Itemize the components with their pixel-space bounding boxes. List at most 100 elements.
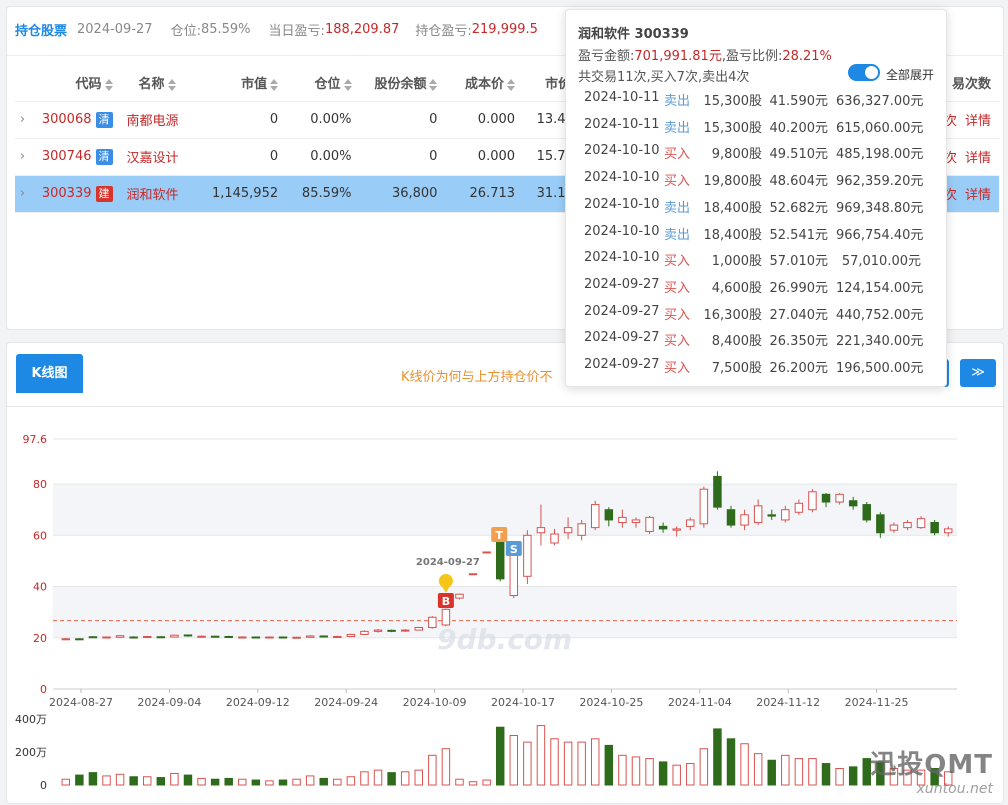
kline-chart[interactable]: 0 20 40 60 80 97.6 2024-08-27 2024-09-04 2024-09… bbox=[7, 343, 1005, 805]
y-tick-label: 80 bbox=[33, 478, 47, 491]
cell-shares: 0 bbox=[359, 138, 446, 176]
trade-date: 2024-10-11 bbox=[584, 116, 660, 132]
volume-bar bbox=[699, 748, 709, 786]
volume-bar bbox=[618, 754, 627, 786]
holdings-header: 持仓股票 2024-09-27 仓位: 85.59% 当日盈亏: 188,209… bbox=[15, 20, 554, 39]
sort-icon[interactable] bbox=[429, 78, 438, 91]
candle-down bbox=[224, 635, 233, 638]
detail-link[interactable]: 详情 bbox=[965, 151, 991, 166]
candle-up bbox=[61, 638, 71, 641]
volume-bar bbox=[468, 781, 478, 786]
col-name[interactable]: 名称 bbox=[120, 65, 205, 102]
trade-row: 2024-10-10 卖出 18,400股 52.682元 969,348.80元 bbox=[584, 197, 934, 224]
candle-up bbox=[645, 516, 654, 532]
cell-name: 润和软件 bbox=[120, 175, 205, 213]
trade-amount: 440,752.00元 bbox=[836, 307, 924, 323]
cell-code: 300746 清 bbox=[38, 138, 121, 176]
candle-down bbox=[75, 638, 84, 641]
sort-icon[interactable] bbox=[167, 78, 176, 91]
volume-bar bbox=[455, 778, 464, 786]
candle-down bbox=[156, 636, 166, 639]
col-position[interactable]: 仓位 bbox=[286, 65, 360, 102]
volume-bar bbox=[808, 758, 817, 786]
trade-date: 2024-10-10 bbox=[584, 196, 660, 212]
candle-up bbox=[305, 635, 315, 638]
trade-side: 买入 bbox=[664, 280, 691, 296]
candle-down bbox=[495, 539, 505, 580]
brand-watermark: 迅投QMT xuntou.net bbox=[870, 744, 993, 797]
sort-icon[interactable] bbox=[507, 78, 516, 91]
candle-up bbox=[943, 528, 953, 534]
trade-date: 2024-10-10 bbox=[584, 250, 660, 266]
candle-down bbox=[821, 493, 831, 503]
detail-link[interactable]: 详情 bbox=[965, 188, 991, 203]
sort-icon[interactable] bbox=[104, 78, 113, 91]
cell-cost: 0.000 bbox=[445, 101, 524, 139]
trade-qty: 4,600股 bbox=[711, 280, 762, 296]
y-tick-label: 60 bbox=[33, 529, 47, 542]
cell-cost: 0.000 bbox=[445, 138, 524, 176]
cell-market-value: 1,145,952 bbox=[204, 175, 287, 213]
trade-qty: 1,000股 bbox=[711, 254, 762, 270]
volume-bar bbox=[848, 766, 858, 786]
tooltip-summary: 共交易11次,买入7次,卖出4次 bbox=[578, 70, 750, 85]
trade-amount: 636,327.00元 bbox=[836, 94, 924, 109]
col-market-value[interactable]: 市值 bbox=[204, 65, 287, 102]
trade-side: 买入 bbox=[664, 334, 691, 350]
candle-down bbox=[278, 636, 288, 639]
expand-chevron-icon[interactable]: › bbox=[15, 138, 39, 176]
trade-date: 2024-09-27 bbox=[584, 330, 660, 346]
col-cost[interactable]: 成本价 bbox=[445, 65, 524, 102]
y-tick-label: 40 bbox=[33, 581, 47, 594]
volume-bar bbox=[577, 741, 586, 786]
col-shares[interactable]: 股份余额 bbox=[359, 65, 446, 102]
expand-chevron-icon[interactable]: › bbox=[15, 101, 39, 139]
holdings-title[interactable]: 持仓股票 bbox=[15, 20, 67, 39]
volume-bar bbox=[604, 744, 614, 786]
status-badge: 建 bbox=[95, 185, 113, 202]
trade-date: 2024-09-27 bbox=[584, 303, 660, 319]
detail-link[interactable]: 详情 bbox=[965, 114, 991, 129]
candle-up bbox=[577, 523, 586, 536]
t-marker-label: T bbox=[495, 529, 503, 542]
candle-up bbox=[591, 504, 600, 529]
expand-all-toggle[interactable] bbox=[848, 64, 880, 81]
volume-bar bbox=[238, 778, 247, 786]
trade-date: 2024-10-10 bbox=[584, 223, 660, 239]
trade-amount: 196,500.00元 bbox=[836, 361, 924, 376]
trade-amount: 962,359.20元 bbox=[836, 174, 924, 190]
candle-up bbox=[672, 528, 681, 531]
buy-marker-label: B bbox=[442, 595, 450, 608]
candle-up bbox=[102, 636, 111, 639]
volume-bar bbox=[251, 779, 261, 786]
candle-up bbox=[794, 502, 804, 513]
sort-icon[interactable] bbox=[343, 78, 352, 91]
cell-name: 南都电源 bbox=[120, 101, 205, 139]
volume-tick-label: 400万 bbox=[15, 713, 47, 726]
volume-tick-label: 200万 bbox=[15, 746, 47, 759]
trade-amount: 969,348.80元 bbox=[836, 200, 924, 216]
candle-up bbox=[740, 514, 749, 526]
expand-chevron-icon[interactable]: › bbox=[15, 175, 39, 213]
volume-bar bbox=[265, 780, 274, 786]
trade-row: 2024-10-11 卖出 15,300股 41.590元 636,327.00元 bbox=[584, 90, 934, 117]
volume-bar bbox=[835, 768, 844, 786]
candle-down bbox=[210, 635, 220, 638]
candle-down bbox=[848, 500, 858, 507]
cell-position: 85.59% bbox=[286, 175, 360, 213]
col-code[interactable]: 代码 bbox=[38, 65, 121, 102]
volume-bar bbox=[292, 778, 301, 786]
volume-bar bbox=[88, 772, 98, 786]
x-tick-label: 2024-09-04 bbox=[137, 696, 201, 709]
x-tick-label: 2024-11-12 bbox=[756, 696, 820, 709]
volume-bar bbox=[441, 748, 451, 786]
volume-bar bbox=[740, 743, 749, 786]
candle-up bbox=[468, 573, 478, 576]
trade-qty: 18,400股 bbox=[703, 200, 763, 216]
volume-bar bbox=[821, 763, 831, 786]
tooltip-title: 润和软件 300339 bbox=[578, 27, 689, 42]
trade-price: 57.010元 bbox=[769, 254, 829, 270]
trade-row: 2024-10-10 买入 9,800股 49.510元 485,198.00元 bbox=[584, 143, 934, 170]
sort-icon[interactable] bbox=[270, 78, 279, 91]
candle-up bbox=[414, 627, 423, 631]
